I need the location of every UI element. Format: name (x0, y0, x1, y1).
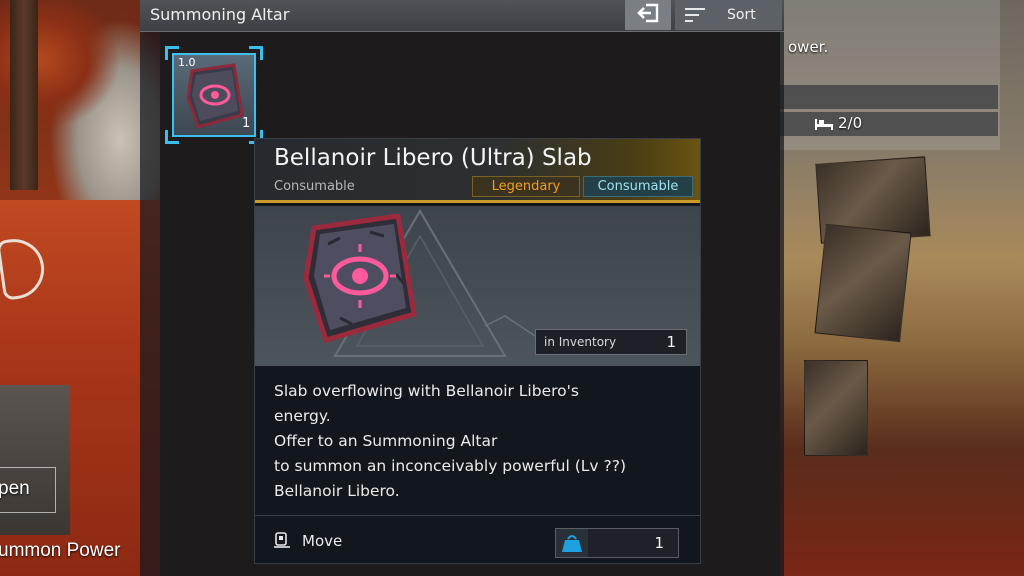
type-badge: Consumable (583, 176, 693, 197)
sort-button[interactable]: Sort (675, 0, 782, 30)
background-hud-row-capacity: 2/0 (780, 112, 998, 136)
description-line: Bellanoir Libero. (274, 482, 400, 500)
background-right-scene: ower. 2/0 (780, 0, 1024, 576)
background-capacity-value: 2/0 (838, 114, 863, 132)
weight-bag-icon (556, 529, 588, 557)
rarity-badge: Legendary (472, 176, 580, 197)
exit-button[interactable] (625, 0, 671, 30)
description-line: Slab overflowing with Bellanoir Libero's (274, 382, 579, 400)
item-description: Slab overflowing with Bellanoir Libero's… (274, 379, 684, 504)
slab-icon (300, 213, 420, 350)
move-action[interactable]: Move (302, 532, 342, 550)
item-header: Bellanoir Libero (Ultra) Slab Consumable… (255, 139, 700, 203)
sort-label: Sort (727, 7, 756, 23)
background-text-power: ower. (788, 38, 829, 56)
quantity-value: 1 (654, 534, 664, 552)
description-line: to summon an inconceivably powerful (Lv … (274, 457, 627, 475)
description-line: energy. (274, 407, 331, 425)
slot-weight: 1.0 (178, 56, 196, 69)
wooden-crate (814, 223, 912, 343)
item-artwork-panel: in Inventory 1 (255, 206, 700, 366)
item-name: Bellanoir Libero (Ultra) Slab (274, 145, 592, 171)
slab-icon (184, 63, 246, 135)
inventory-label: in Inventory (544, 335, 617, 349)
item-category: Consumable (274, 179, 355, 194)
sort-lines-icon (685, 8, 705, 22)
inventory-slot-selected[interactable]: 1.0 1 (165, 46, 263, 144)
inventory-count-box: in Inventory 1 (535, 329, 687, 355)
background-text-summon-power: ummon Power (0, 540, 121, 561)
item-actions: Move 1 (255, 515, 700, 563)
item-detail-card: Bellanoir Libero (Ultra) Slab Consumable… (254, 138, 701, 564)
background-left-scene: pen ummon Power (0, 0, 160, 576)
description-line: Offer to an Summoning Altar (274, 432, 498, 450)
exit-icon (636, 3, 660, 27)
move-icon (274, 532, 290, 548)
background-hud-row (780, 85, 998, 109)
wooden-crate (804, 360, 868, 456)
slot-count: 1 (242, 116, 251, 131)
background-text-open: pen (0, 478, 30, 499)
tree-trunk (10, 0, 38, 190)
inventory-count: 1 (666, 333, 676, 351)
bed-icon (814, 116, 834, 130)
window-title: Summoning Altar (150, 5, 290, 24)
quantity-box[interactable]: 1 (555, 528, 679, 558)
